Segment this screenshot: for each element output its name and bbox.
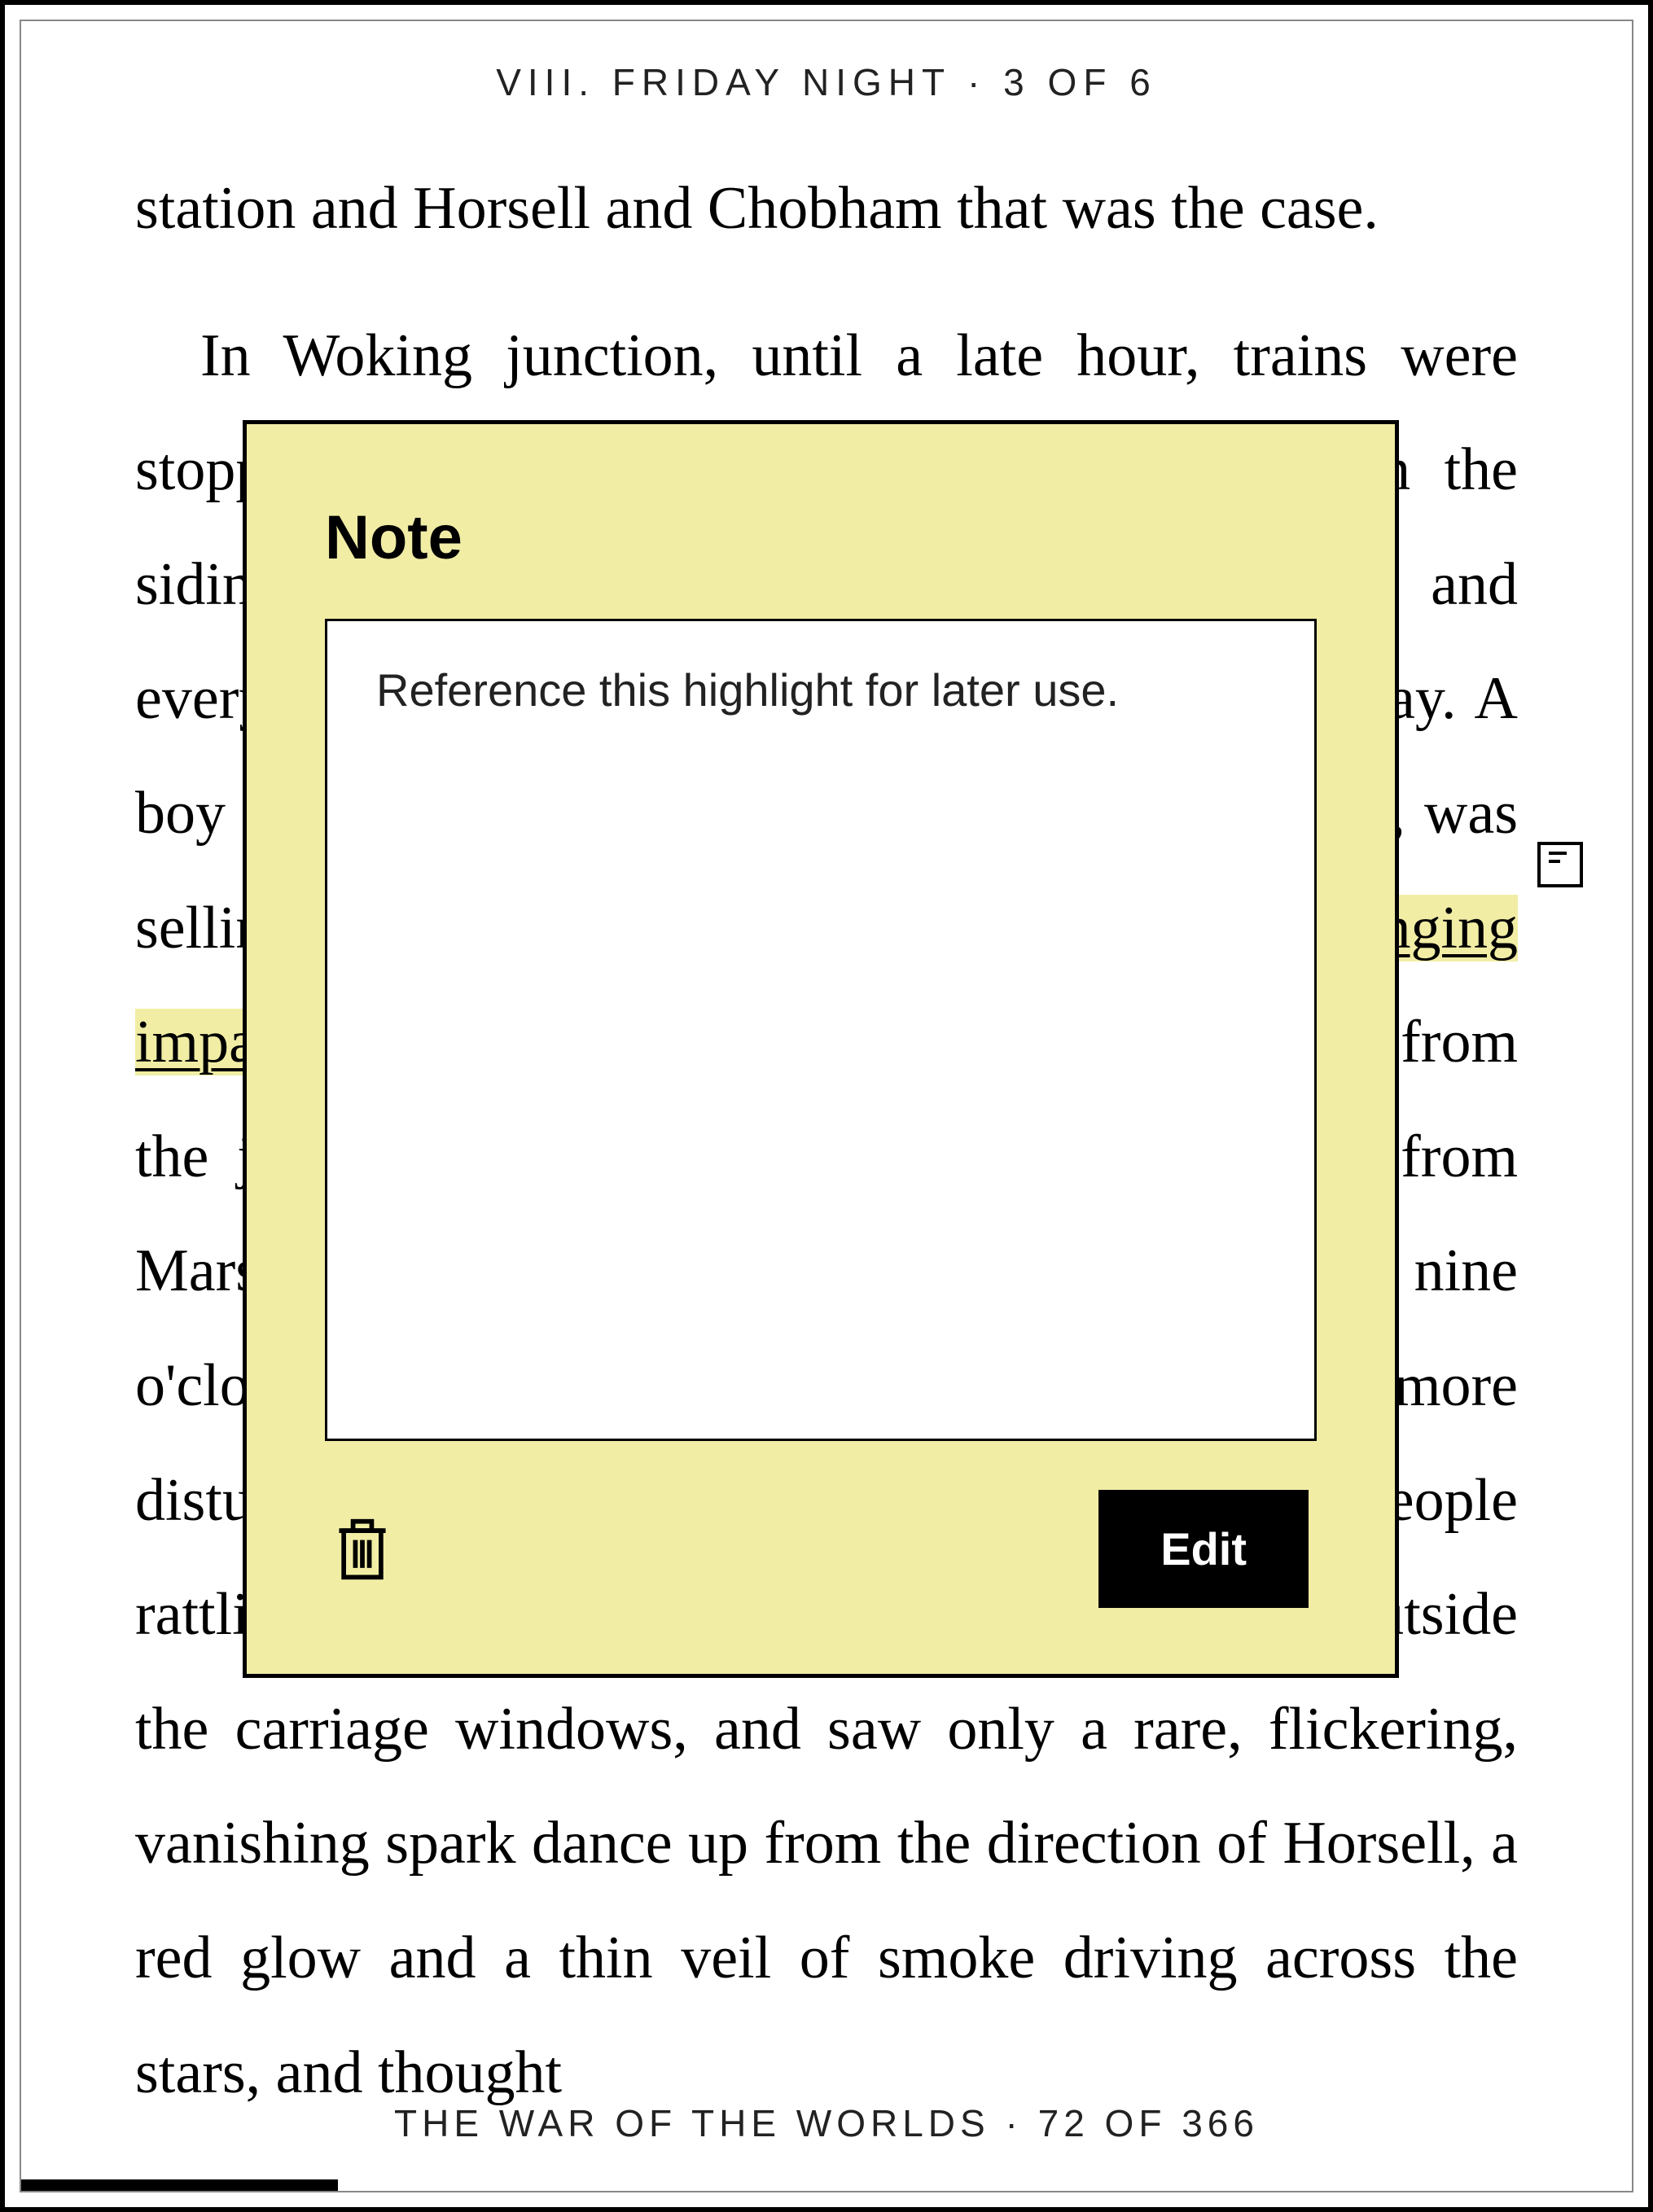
note-popup: Note Reference this highlight for later … <box>243 420 1399 1678</box>
delete-note-button[interactable] <box>333 1517 392 1582</box>
note-content[interactable]: Reference this highlight for later use. <box>325 619 1317 1441</box>
book-page: 72 OF 366 <box>1038 2102 1259 2144</box>
chapter-page: 3 OF 6 <box>1003 61 1157 103</box>
progress-fill <box>21 2179 338 2191</box>
note-margin-icon[interactable] <box>1537 842 1583 887</box>
book-title: THE WAR OF THE WORLDS <box>394 2102 990 2144</box>
note-actions: Edit <box>325 1490 1317 1608</box>
trash-icon <box>333 1517 392 1582</box>
chapter-header: VIII. FRIDAY NIGHT · 3 OF 6 <box>21 21 1632 104</box>
chapter-title: VIII. FRIDAY NIGHT <box>496 61 950 103</box>
edit-note-button[interactable]: Edit <box>1098 1490 1309 1608</box>
book-footer: THE WAR OF THE WORLDS · 72 OF 366 <box>21 2101 1632 2145</box>
progress-bar[interactable] <box>21 2179 1632 2191</box>
paragraph-continuation: station and Horsell and Chobham that was… <box>135 151 1518 266</box>
footer-sep: · <box>990 2102 1038 2144</box>
ereader-screen: VIII. FRIDAY NIGHT · 3 OF 6 station and … <box>0 0 1653 2212</box>
note-title: Note <box>325 502 1317 573</box>
page-container: VIII. FRIDAY NIGHT · 3 OF 6 station and … <box>20 20 1633 2192</box>
header-sep: · <box>950 61 1003 103</box>
